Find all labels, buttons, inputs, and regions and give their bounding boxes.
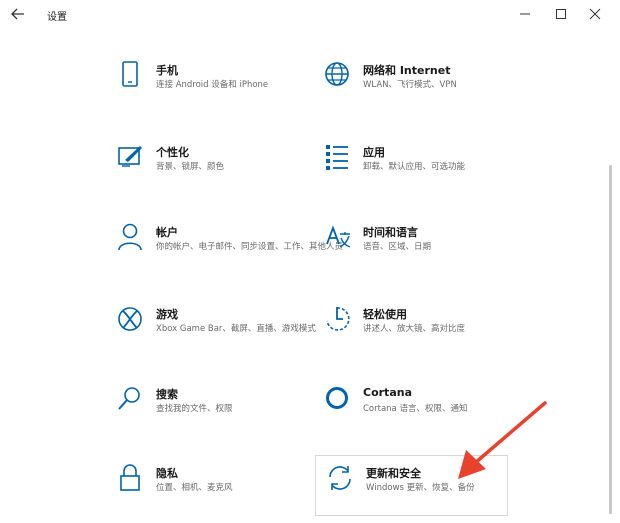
item-title: 网络和 Internet xyxy=(363,64,451,77)
item-desc: Xbox Game Bar、截屏、直播、游戏模式 xyxy=(156,324,316,334)
settings-item-search[interactable]: 搜索 查找我的文件、权限 xyxy=(116,384,346,444)
item-title: 搜索 xyxy=(156,388,178,401)
item-desc: 语音、区域、日期 xyxy=(363,242,432,252)
scrollbar[interactable] xyxy=(609,165,612,514)
close-icon[interactable] xyxy=(585,5,605,23)
xbox-icon xyxy=(118,307,142,331)
item-title: 应用 xyxy=(363,146,385,159)
settings-item-accounts[interactable]: 帐户 你的帐户、电子邮件、同步设置、工作、其他人员 xyxy=(116,222,346,282)
item-desc: 讲述人、放大镜、高对比度 xyxy=(363,324,466,334)
item-desc: 查找我的文件、权限 xyxy=(156,404,233,414)
settings-item-apps[interactable]: 应用 卸载、默认应用、可选功能 xyxy=(323,142,553,202)
apps-list-icon xyxy=(326,145,348,170)
item-title: 轻松使用 xyxy=(363,308,407,321)
item-desc: 连接 Android 设备和 iPhone xyxy=(156,80,269,90)
time-language-icon xyxy=(326,225,351,248)
settings-item-phone[interactable]: 手机 连接 Android 设备和 iPhone xyxy=(116,60,346,120)
item-title: 游戏 xyxy=(156,308,178,321)
item-title: 隐私 xyxy=(156,467,178,480)
item-desc: WLAN、飞行模式、VPN xyxy=(363,80,457,90)
phone-icon xyxy=(122,61,138,87)
settings-item-time-language[interactable]: 时间和语言 语音、区域、日期 xyxy=(323,222,553,282)
settings-item-personalization[interactable]: 个性化 背景、锁屏、颜色 xyxy=(116,142,346,202)
item-desc: 背景、锁屏、颜色 xyxy=(156,162,225,172)
item-title: 时间和语言 xyxy=(363,226,418,239)
item-desc: 卸载、默认应用、可选功能 xyxy=(363,162,466,172)
settings-item-network[interactable]: 网络和 Internet WLAN、飞行模式、VPN xyxy=(323,60,553,120)
item-desc: 你的帐户、电子邮件、同步设置、工作、其他人员 xyxy=(156,242,344,252)
item-title: 手机 xyxy=(156,64,178,77)
settings-item-privacy[interactable]: 隐私 位置、相机、麦克风 xyxy=(116,463,346,523)
minimize-icon[interactable] xyxy=(515,5,535,23)
item-title: 更新和安全 xyxy=(366,467,421,480)
window-title: 设置 xyxy=(47,12,67,23)
back-arrow-icon[interactable] xyxy=(9,5,27,23)
item-title: Cortana xyxy=(363,386,412,399)
settings-item-gaming[interactable]: 游戏 Xbox Game Bar、截屏、直播、游戏模式 xyxy=(116,304,346,364)
maximize-icon[interactable] xyxy=(551,5,571,23)
ease-of-access-icon xyxy=(326,307,350,331)
person-icon xyxy=(118,223,142,251)
update-sync-icon xyxy=(329,466,351,490)
lock-icon xyxy=(120,464,140,491)
red-arrow-annotation xyxy=(458,401,547,479)
title-bar: 设置 xyxy=(0,0,620,30)
item-title: 个性化 xyxy=(156,146,189,159)
settings-item-ease-of-access[interactable]: 轻松使用 讲述人、放大镜、高对比度 xyxy=(323,304,553,364)
personalization-icon xyxy=(118,146,142,167)
globe-icon xyxy=(325,62,349,86)
search-icon xyxy=(118,387,140,410)
cortana-icon xyxy=(326,387,348,409)
item-title: 帐户 xyxy=(156,226,178,239)
